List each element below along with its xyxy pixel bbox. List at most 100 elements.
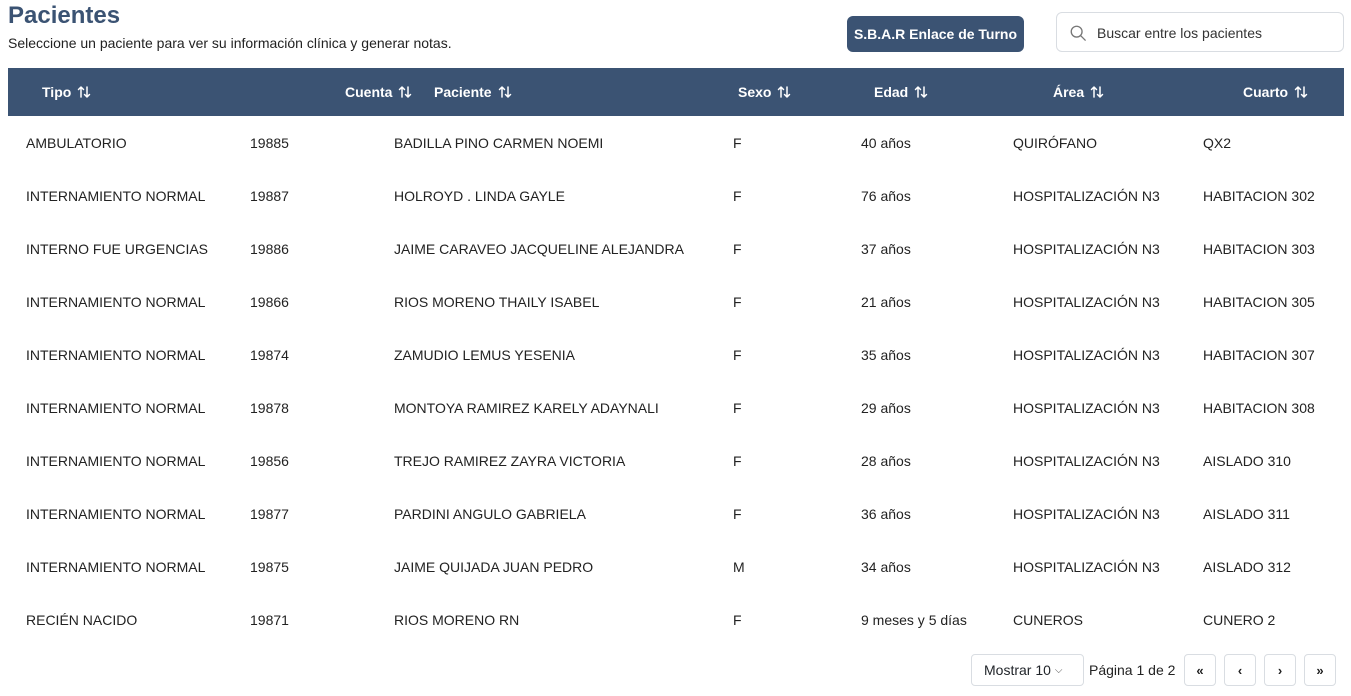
column-header-sort[interactable]: Cuarto <box>1243 84 1308 100</box>
table-cell: RIOS MORENO THAILY ISABEL <box>394 293 600 310</box>
sbar-handoff-button[interactable]: S.B.A.R Enlace de Turno <box>847 16 1024 52</box>
column-header-sort[interactable]: Sexo <box>738 84 791 100</box>
table-cell: AISLADO 312 <box>1203 558 1291 575</box>
table-cell: INTERNAMIENTO NORMAL <box>26 399 206 416</box>
table-cell: CUNERO 2 <box>1203 611 1276 628</box>
table-cell: 36 años <box>861 505 911 522</box>
table-cell: F <box>733 346 742 363</box>
sort-icon <box>914 86 928 98</box>
table-cell: F <box>733 293 742 310</box>
table-row[interactable]: INTERNAMIENTO NORMAL 19877 PARDINI ANGULO … <box>8 487 1344 540</box>
page-size-select[interactable]: Mostrar 10 ⌵ <box>971 654 1084 686</box>
column-header[interactable]: Tipo <box>8 68 232 116</box>
table-cell: 19871 <box>250 611 289 628</box>
table-cell: HOSPITALIZACIÓN N3 <box>1013 558 1160 575</box>
table-cell: HOSPITALIZACIÓN N3 <box>1013 293 1160 310</box>
table-cell: HOSPITALIZACIÓN N3 <box>1013 346 1160 363</box>
search-box[interactable] <box>1056 12 1344 52</box>
table-cell: F <box>733 240 742 257</box>
column-header[interactable]: Cuenta <box>232 68 412 116</box>
table-cell: F <box>733 187 742 204</box>
table-cell: INTERNAMIENTO NORMAL <box>26 187 206 204</box>
last-page-button[interactable]: » <box>1304 654 1336 686</box>
table-cell: AISLADO 311 <box>1203 505 1290 522</box>
table-cell: 37 años <box>861 240 911 257</box>
page-size-label: Mostrar 10 <box>984 662 1051 678</box>
column-header-label: Área <box>1053 84 1085 100</box>
table-cell: 19886 <box>250 240 289 257</box>
table-cell: 76 años <box>861 187 911 204</box>
page-subtitle: Seleccione un paciente para ver su infor… <box>8 35 452 51</box>
next-page-button[interactable]: › <box>1264 654 1296 686</box>
column-header-sort[interactable]: Paciente <box>434 84 512 100</box>
table-row[interactable]: AMBULATORIO 19885 BADILLA PINO CARMEN NOEM… <box>8 116 1344 169</box>
page-title: Pacientes <box>8 2 121 29</box>
table-cell: JAIME CARAVEO JACQUELINE ALEJANDRA <box>394 240 684 257</box>
table-cell: RECIÉN NACIDO <box>26 611 138 628</box>
table-row[interactable]: INTERNO FUE URGENCIAS 19886 JAIME CARAVEO … <box>8 222 1344 275</box>
table-cell: HOSPITALIZACIÓN N3 <box>1013 187 1160 204</box>
column-header-sort[interactable]: Tipo <box>42 84 91 100</box>
table-row[interactable]: RECIÉN NACIDO 19871 RIOS MORENO RN F 9 meses… <box>8 593 1344 646</box>
table-cell: F <box>733 452 742 469</box>
table-cell: 29 años <box>861 399 911 416</box>
table-row[interactable]: INTERNAMIENTO NORMAL 19878 MONTOYA RAMIREZ… <box>8 381 1344 434</box>
table-cell: 34 años <box>861 558 911 575</box>
table-cell: 19874 <box>250 346 289 363</box>
prev-page-button[interactable]: ‹ <box>1224 654 1256 686</box>
table-cell: RIOS MORENO RN <box>394 611 520 628</box>
column-header[interactable]: Paciente <box>376 68 715 116</box>
table-cell: AISLADO 310 <box>1203 452 1291 469</box>
table-cell: INTERNAMIENTO NORMAL <box>26 346 206 363</box>
table-cell: JAIME QUIJADA JUAN PEDRO <box>394 558 594 575</box>
table-row[interactable]: INTERNAMIENTO NORMAL 19874 ZAMUDIO LEMUS Y… <box>8 328 1344 381</box>
table-cell: 19856 <box>250 452 289 469</box>
table-cell: AMBULATORIO <box>26 134 127 151</box>
table-cell: 28 años <box>861 452 911 469</box>
table-cell: QUIRÓFANO <box>1013 134 1098 151</box>
table-cell: 19877 <box>250 505 289 522</box>
column-header-sort[interactable]: Cuenta <box>345 84 412 100</box>
table-row[interactable]: INTERNAMIENTO NORMAL 19856 TREJO RAMIREZ Z… <box>8 434 1344 487</box>
table-cell: INTERNAMIENTO NORMAL <box>26 293 206 310</box>
table-cell: ZAMUDIO LEMUS YESENIA <box>394 346 576 363</box>
table-cell: INTERNAMIENTO NORMAL <box>26 505 206 522</box>
table-cell: 9 meses y 5 días <box>861 611 967 628</box>
table-cell: HABITACION 303 <box>1203 240 1315 257</box>
table-row[interactable]: INTERNAMIENTO NORMAL 19875 JAIME QUIJADA J… <box>8 540 1344 593</box>
column-header[interactable]: Cuarto <box>1185 68 1344 116</box>
table-cell: MONTOYA RAMIREZ KARELY ADAYNALI <box>394 399 659 416</box>
table-cell: HABITACION 305 <box>1203 293 1315 310</box>
table-cell: 19866 <box>250 293 289 310</box>
table-cell: TREJO RAMIREZ ZAYRA VICTORIA <box>394 452 626 469</box>
column-header[interactable]: Edad <box>843 68 995 116</box>
table-row[interactable]: INTERNAMIENTO NORMAL 19866 RIOS MORENO THA… <box>8 275 1344 328</box>
first-page-button[interactable]: « <box>1184 654 1216 686</box>
patients-table: Tipo Cuenta Paciente Sexo Edad Área Cuarto AMB… <box>8 68 1344 646</box>
search-icon <box>1070 25 1086 41</box>
table-cell: 19885 <box>250 134 289 151</box>
column-header-sort[interactable]: Área <box>1053 84 1104 100</box>
table-cell: 40 años <box>861 134 911 151</box>
table-cell: HOSPITALIZACIÓN N3 <box>1013 505 1160 522</box>
table-cell: HABITACION 308 <box>1203 399 1315 416</box>
table-cell: F <box>733 399 742 416</box>
table-cell: HABITACION 307 <box>1203 346 1315 363</box>
table-cell: HOSPITALIZACIÓN N3 <box>1013 240 1160 257</box>
column-header-label: Cuarto <box>1243 84 1289 100</box>
table-cell: PARDINI ANGULO GABRIELA <box>394 505 586 522</box>
sort-icon <box>78 86 91 98</box>
table-cell: M <box>733 558 745 575</box>
table-cell: BADILLA PINO CARMEN NOEMI <box>394 134 604 151</box>
column-header[interactable]: Área <box>995 68 1185 116</box>
table-cell: INTERNO FUE URGENCIAS <box>26 240 209 257</box>
search-input[interactable] <box>1097 21 1337 45</box>
table-cell: INTERNAMIENTO NORMAL <box>26 452 206 469</box>
table-cell: HABITACION 302 <box>1203 187 1315 204</box>
column-header[interactable]: Sexo <box>715 68 843 116</box>
patients-table-container: Tipo Cuenta Paciente Sexo Edad Área Cuarto AMB… <box>8 68 1344 646</box>
column-header-label: Tipo <box>42 84 72 100</box>
column-header-sort[interactable]: Edad <box>874 84 928 100</box>
table-row[interactable]: INTERNAMIENTO NORMAL 19887 HOLROYD . LINDA… <box>8 169 1344 222</box>
column-header-label: Cuenta <box>345 84 393 100</box>
